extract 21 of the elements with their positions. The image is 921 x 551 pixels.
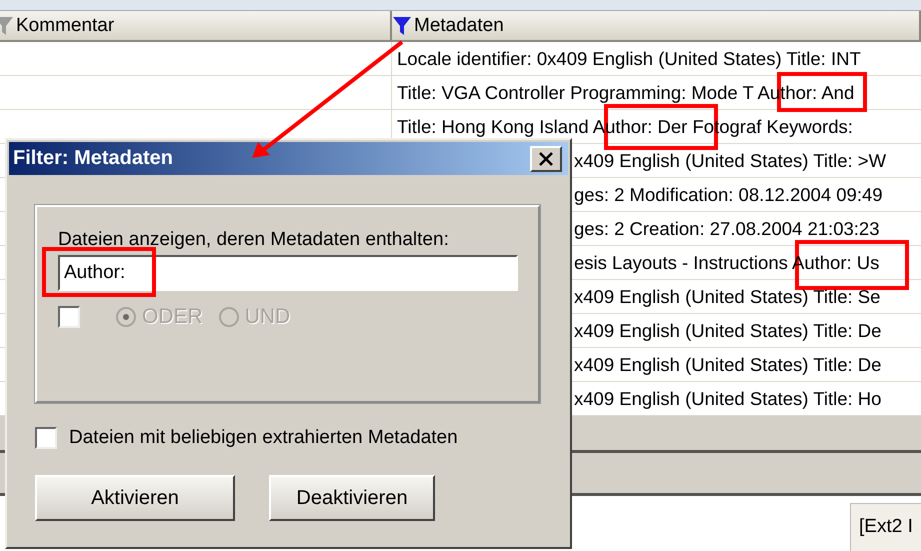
metadata-cell: x409 English (United States) Title: Ho <box>574 388 882 410</box>
metadata-cell: x409 English (United States) Title: De <box>574 320 882 342</box>
checkbox[interactable] <box>35 427 57 449</box>
close-button[interactable] <box>530 146 562 172</box>
tooltip: [Ext2 I <box>850 503 921 551</box>
metadata-cell: ges: 2 Creation: 27.08.2004 21:03:23 <box>574 218 880 240</box>
dialog-button[interactable]: Aktivieren <box>35 475 235 521</box>
dialog-title: Filter: Metadaten <box>13 147 174 170</box>
dialog-button[interactable]: Deaktivieren <box>269 475 435 521</box>
prompt-label: Dateien anzeigen, deren Metadaten enthalten: <box>58 229 450 251</box>
close-icon <box>538 152 554 166</box>
metadata-cell: Locale identifier: 0x409 English (United States) Title: INT <box>397 48 861 70</box>
metadata-cell: x409 English (United States) Title: De <box>574 354 882 376</box>
column-header[interactable]: Metadaten <box>392 11 921 42</box>
checkbox[interactable] <box>58 306 80 328</box>
metadata-cell: ges: 2 Modification: 08.12.2004 09:49 <box>574 184 883 206</box>
checkbox-label: Dateien mit beliebigen extrahierten Metadaten <box>69 427 458 449</box>
metadata-input[interactable]: Author: <box>58 255 518 291</box>
metadata-cell: x409 English (United States) Title: >W <box>574 150 886 172</box>
metadata-cell: x409 English (United States) Title: Se <box>574 286 880 308</box>
column-header[interactable]: Kommentar <box>0 11 392 42</box>
